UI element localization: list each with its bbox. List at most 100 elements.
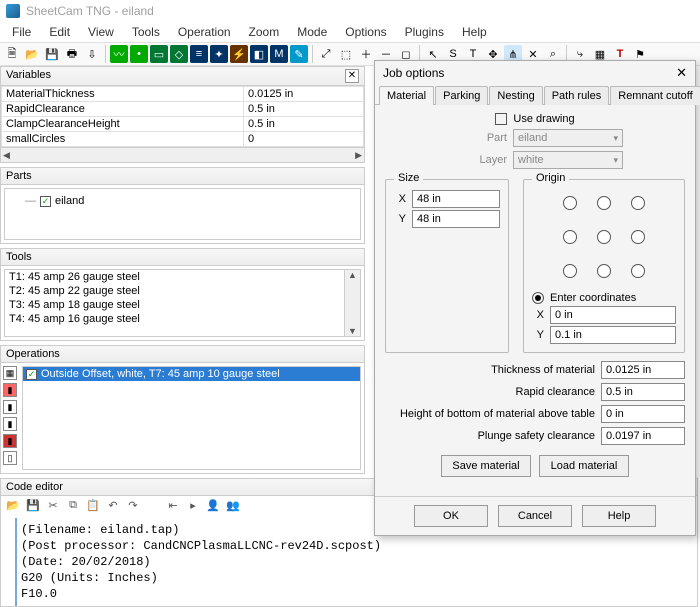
size-x-input[interactable]: 48 in bbox=[412, 190, 500, 208]
origin-point[interactable] bbox=[597, 264, 611, 278]
tab-remnant-cutoff[interactable]: Remnant cutoff bbox=[610, 86, 700, 105]
plunge-input[interactable]: 0.0197 in bbox=[601, 427, 685, 445]
op-stop-icon[interactable]: ▮ bbox=[3, 434, 17, 448]
plasma-icon[interactable]: ⚡ bbox=[230, 45, 248, 63]
copy-icon[interactable]: ⧉ bbox=[65, 499, 81, 515]
checkbox-icon[interactable]: ✓ bbox=[26, 369, 37, 380]
menu-tools[interactable]: Tools bbox=[124, 23, 168, 41]
jet-icon[interactable]: ✦ bbox=[210, 45, 228, 63]
list-item[interactable]: T2: 45 amp 22 gauge steel bbox=[5, 284, 360, 298]
var-value[interactable]: 0.0125 in bbox=[244, 87, 364, 102]
var-name[interactable]: smallCircles bbox=[2, 132, 244, 147]
list-item[interactable]: T3: 45 amp 18 gauge steel bbox=[5, 298, 360, 312]
tab-material[interactable]: Material bbox=[379, 86, 434, 105]
save-material-button[interactable]: Save material bbox=[441, 455, 531, 477]
drill-icon[interactable]: • bbox=[130, 45, 148, 63]
menu-mode[interactable]: Mode bbox=[289, 23, 335, 41]
menu-operation[interactable]: Operation bbox=[170, 23, 239, 41]
menu-view[interactable]: View bbox=[80, 23, 122, 41]
menu-help[interactable]: Help bbox=[454, 23, 495, 41]
contour-icon[interactable]: 〰 bbox=[110, 45, 128, 63]
tabs-icon[interactable]: ≡ bbox=[190, 45, 208, 63]
origin-point[interactable] bbox=[563, 264, 577, 278]
shape-icon[interactable]: ◧ bbox=[250, 45, 268, 63]
menu-edit[interactable]: Edit bbox=[41, 23, 78, 41]
runfast-icon[interactable]: 👥 bbox=[225, 499, 241, 515]
thickness-input[interactable]: 0.0125 in bbox=[601, 361, 685, 379]
size-y-input[interactable]: 48 in bbox=[412, 210, 500, 228]
open-icon[interactable]: 📂 bbox=[5, 499, 21, 515]
cut-icon[interactable]: ✂ bbox=[45, 499, 61, 515]
menu-plugins[interactable]: Plugins bbox=[397, 23, 452, 41]
var-value[interactable]: 0.5 in bbox=[244, 117, 364, 132]
op-del-icon[interactable]: ▮ bbox=[3, 383, 17, 397]
vertical-scrollbar[interactable]: ▲▼ bbox=[344, 270, 360, 336]
new-icon[interactable]: 🗎 bbox=[3, 45, 21, 63]
op-new-icon[interactable]: ▦ bbox=[3, 366, 17, 380]
parts-tree[interactable]: — ✓ eiland bbox=[4, 188, 361, 240]
print-icon[interactable]: 🖶 bbox=[63, 45, 81, 63]
origin-point[interactable] bbox=[631, 196, 645, 210]
pocket-icon[interactable]: ▭ bbox=[150, 45, 168, 63]
op-more-icon[interactable]: ▯ bbox=[3, 451, 17, 465]
list-item[interactable]: T1: 45 amp 26 gauge steel bbox=[5, 270, 360, 284]
var-name[interactable]: MaterialThickness bbox=[2, 87, 244, 102]
menu-zoom[interactable]: Zoom bbox=[241, 23, 288, 41]
load-material-button[interactable]: Load material bbox=[539, 455, 629, 477]
ok-button[interactable]: OK bbox=[414, 505, 488, 527]
origin-x-input[interactable]: 0 in bbox=[550, 306, 676, 324]
redo-icon[interactable]: ↷ bbox=[125, 499, 141, 515]
tab-nesting[interactable]: Nesting bbox=[489, 86, 542, 105]
op-tool-icon[interactable]: ▮ bbox=[3, 400, 17, 414]
profile-icon[interactable]: ◇ bbox=[170, 45, 188, 63]
horizontal-scrollbar[interactable]: ◀▶ bbox=[1, 147, 364, 162]
open-icon[interactable]: 📂 bbox=[23, 45, 41, 63]
undo-icon[interactable]: ↶ bbox=[105, 499, 121, 515]
tab-parking[interactable]: Parking bbox=[435, 86, 488, 105]
tab-path-rules[interactable]: Path rules bbox=[544, 86, 610, 105]
checkbox-icon[interactable]: ✓ bbox=[40, 196, 51, 207]
origin-point[interactable] bbox=[631, 230, 645, 244]
use-drawing-checkbox[interactable] bbox=[495, 113, 507, 125]
postmacro-icon[interactable]: M bbox=[270, 45, 288, 63]
origin-point[interactable] bbox=[597, 230, 611, 244]
paste-icon[interactable]: 📋 bbox=[85, 499, 101, 515]
height-input[interactable]: 0 in bbox=[601, 405, 685, 423]
var-value[interactable]: 0 bbox=[244, 132, 364, 147]
list-item[interactable]: T4: 45 amp 16 gauge steel bbox=[5, 312, 360, 326]
origin-point[interactable] bbox=[563, 230, 577, 244]
enter-coordinates-radio[interactable] bbox=[532, 292, 544, 304]
zoom-in-icon[interactable]: ＋ bbox=[357, 45, 375, 63]
var-name[interactable]: RapidClearance bbox=[2, 102, 244, 117]
zoom-job-icon[interactable]: ⬚ bbox=[337, 45, 355, 63]
list-item[interactable]: ✓ Outside Offset, white, T7: 45 amp 10 g… bbox=[23, 367, 360, 381]
help-button[interactable]: Help bbox=[582, 505, 656, 527]
zoom-extent-icon[interactable]: ⤢ bbox=[317, 45, 335, 63]
play-icon[interactable]: ▸ bbox=[185, 499, 201, 515]
origin-point[interactable] bbox=[597, 196, 611, 210]
op-down-icon[interactable]: ▮ bbox=[3, 417, 17, 431]
menu-options[interactable]: Options bbox=[337, 23, 394, 41]
part-combo[interactable]: eiland bbox=[513, 129, 623, 147]
origin-point[interactable] bbox=[631, 264, 645, 278]
close-icon[interactable]: ✕ bbox=[345, 69, 359, 83]
menu-file[interactable]: File bbox=[4, 23, 39, 41]
operations-list[interactable]: ✓ Outside Offset, white, T7: 45 amp 10 g… bbox=[22, 366, 361, 470]
tools-list[interactable]: T1: 45 amp 26 gauge steel T2: 45 amp 22 … bbox=[4, 269, 361, 337]
save-icon[interactable]: 💾 bbox=[25, 499, 41, 515]
edit-contours-icon[interactable]: ✎ bbox=[290, 45, 308, 63]
var-value[interactable]: 0.5 in bbox=[244, 102, 364, 117]
rapid-input[interactable]: 0.5 in bbox=[601, 383, 685, 401]
save-icon[interactable]: 💾 bbox=[43, 45, 61, 63]
var-name[interactable]: ClampClearanceHeight bbox=[2, 117, 244, 132]
origin-point[interactable] bbox=[563, 196, 577, 210]
cancel-button[interactable]: Cancel bbox=[498, 505, 572, 527]
import-icon[interactable]: ⇩ bbox=[83, 45, 101, 63]
layer-combo[interactable]: white bbox=[513, 151, 623, 169]
origin-y-input[interactable]: 0.1 in bbox=[550, 326, 676, 344]
tree-item[interactable]: — ✓ eiland bbox=[25, 195, 354, 207]
close-icon[interactable]: ✕ bbox=[676, 65, 687, 81]
code-line: (Date: 20/02/2018) bbox=[21, 554, 677, 570]
run-icon[interactable]: 👤 bbox=[205, 499, 221, 515]
step-back-icon[interactable]: ⇤ bbox=[165, 499, 181, 515]
